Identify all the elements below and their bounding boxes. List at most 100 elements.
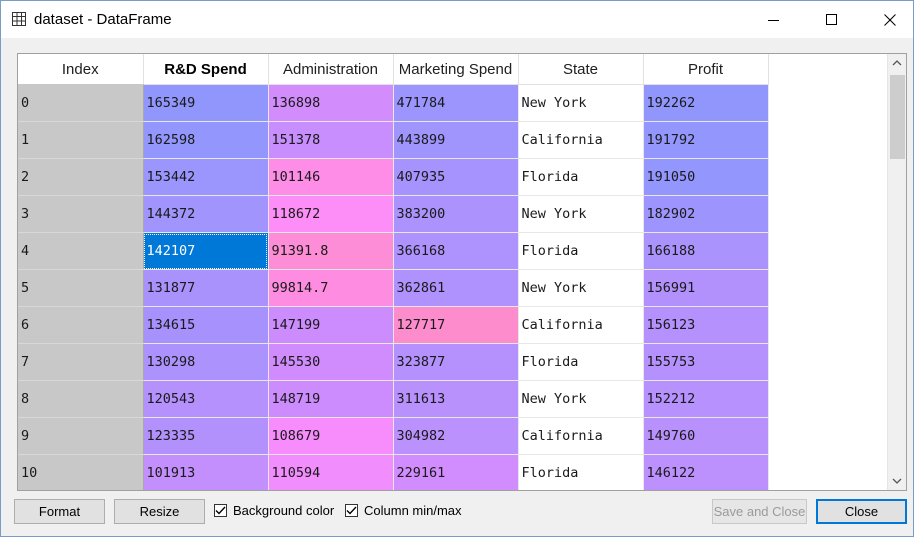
rd-spend-cell[interactable]: 123335 — [143, 417, 269, 455]
table-row: 3 144372 118672 383200 New York 182902 — [18, 195, 886, 233]
marketing-spend-cell[interactable]: 229161 — [393, 454, 519, 490]
profit-cell[interactable]: 152212 — [643, 380, 769, 418]
index-cell[interactable]: 7 — [18, 343, 144, 381]
administration-cell[interactable]: 151378 — [268, 121, 394, 159]
index-cell[interactable]: 0 — [18, 84, 144, 122]
administration-cell[interactable]: 91391.8 — [268, 232, 394, 270]
state-cell[interactable]: New York — [518, 84, 644, 122]
rd-spend-cell[interactable]: 131877 — [143, 269, 269, 307]
administration-cell[interactable]: 108679 — [268, 417, 394, 455]
marketing-spend-cell[interactable]: 383200 — [393, 195, 519, 233]
profit-cell[interactable]: 192262 — [643, 84, 769, 122]
administration-cell[interactable]: 99814.7 — [268, 269, 394, 307]
rd-spend-cell[interactable]: 134615 — [143, 306, 269, 344]
header-profit[interactable]: Profit — [643, 54, 769, 85]
close-button[interactable]: Close — [816, 499, 907, 524]
dataframe-table-view[interactable]: Index R&D Spend Administration Marketing… — [17, 53, 907, 491]
state-cell[interactable]: New York — [518, 269, 644, 307]
administration-cell[interactable]: 101146 — [268, 158, 394, 196]
state-cell[interactable]: California — [518, 306, 644, 344]
rd-spend-cell[interactable]: 165349 — [143, 84, 269, 122]
profit-cell[interactable]: 191050 — [643, 158, 769, 196]
table-row: 1 162598 151378 443899 California 191792 — [18, 121, 886, 159]
index-cell[interactable]: 3 — [18, 195, 144, 233]
administration-cell[interactable]: 148719 — [268, 380, 394, 418]
state-cell[interactable]: New York — [518, 380, 644, 418]
title-bar[interactable]: dataset - DataFrame — [1, 1, 913, 38]
index-cell[interactable]: 8 — [18, 380, 144, 418]
rd-spend-cell[interactable]: 162598 — [143, 121, 269, 159]
state-cell[interactable]: Florida — [518, 343, 644, 381]
save-and-close-button[interactable]: Save and Close — [712, 499, 807, 524]
rd-spend-cell[interactable]: 142107 — [143, 232, 269, 270]
empty-cell — [768, 269, 886, 307]
administration-cell[interactable]: 136898 — [268, 84, 394, 122]
marketing-spend-cell[interactable]: 471784 — [393, 84, 519, 122]
profit-cell[interactable]: 191792 — [643, 121, 769, 159]
index-cell[interactable]: 2 — [18, 158, 144, 196]
index-cell[interactable]: 1 — [18, 121, 144, 159]
index-cell[interactable]: 5 — [18, 269, 144, 307]
checkbox-box[interactable] — [345, 504, 358, 517]
empty-cell — [768, 121, 886, 159]
header-empty — [768, 54, 886, 85]
header-marketing-spend[interactable]: Marketing Spend — [393, 54, 519, 85]
marketing-spend-cell[interactable]: 323877 — [393, 343, 519, 381]
close-window-button[interactable] — [861, 1, 914, 38]
administration-cell[interactable]: 147199 — [268, 306, 394, 344]
scrollbar-thumb[interactable] — [890, 75, 905, 159]
administration-cell[interactable]: 145530 — [268, 343, 394, 381]
profit-cell[interactable]: 156123 — [643, 306, 769, 344]
marketing-spend-cell[interactable]: 366168 — [393, 232, 519, 270]
background-color-checkbox[interactable]: Background color — [214, 503, 334, 518]
header-index[interactable]: Index — [18, 54, 144, 85]
header-row: Index R&D Spend Administration Marketing… — [18, 54, 886, 85]
rd-spend-cell[interactable]: 101913 — [143, 454, 269, 490]
state-cell[interactable]: California — [518, 417, 644, 455]
state-cell[interactable]: California — [518, 121, 644, 159]
header-administration[interactable]: Administration — [268, 54, 394, 85]
profit-cell[interactable]: 166188 — [643, 232, 769, 270]
format-button[interactable]: Format — [14, 499, 105, 524]
scroll-down-button[interactable] — [888, 472, 906, 490]
profit-cell[interactable]: 149760 — [643, 417, 769, 455]
profit-cell[interactable]: 156991 — [643, 269, 769, 307]
index-cell[interactable]: 10 — [18, 454, 144, 490]
header-rd-spend[interactable]: R&D Spend — [143, 54, 269, 85]
rd-spend-cell[interactable]: 153442 — [143, 158, 269, 196]
administration-cell[interactable]: 110594 — [268, 454, 394, 490]
rd-spend-cell[interactable]: 144372 — [143, 195, 269, 233]
header-state[interactable]: State — [518, 54, 644, 85]
state-cell[interactable]: Florida — [518, 232, 644, 270]
table-row: 9 123335 108679 304982 California 149760 — [18, 417, 886, 455]
minimize-button[interactable] — [745, 1, 803, 38]
profit-cell[interactable]: 146122 — [643, 454, 769, 490]
rd-spend-cell[interactable]: 130298 — [143, 343, 269, 381]
administration-cell[interactable]: 118672 — [268, 195, 394, 233]
window-title: dataset - DataFrame — [34, 11, 172, 28]
state-cell[interactable]: Florida — [518, 454, 644, 490]
state-cell[interactable]: Florida — [518, 158, 644, 196]
marketing-spend-cell[interactable]: 304982 — [393, 417, 519, 455]
index-cell[interactable]: 9 — [18, 417, 144, 455]
profit-cell[interactable]: 182902 — [643, 195, 769, 233]
state-cell[interactable]: New York — [518, 195, 644, 233]
empty-cell — [768, 195, 886, 233]
maximize-button[interactable] — [803, 1, 861, 38]
index-cell[interactable]: 4 — [18, 232, 144, 270]
column-min-max-checkbox[interactable]: Column min/max — [345, 503, 462, 518]
resize-button[interactable]: Resize — [114, 499, 205, 524]
profit-cell[interactable]: 155753 — [643, 343, 769, 381]
rd-spend-cell[interactable]: 120543 — [143, 380, 269, 418]
checkbox-box[interactable] — [214, 504, 227, 517]
index-cell[interactable]: 6 — [18, 306, 144, 344]
vertical-scrollbar[interactable] — [887, 54, 906, 490]
marketing-spend-cell[interactable]: 443899 — [393, 121, 519, 159]
scroll-up-button[interactable] — [888, 54, 906, 72]
marketing-spend-cell[interactable]: 407935 — [393, 158, 519, 196]
marketing-spend-cell[interactable]: 127717 — [393, 306, 519, 344]
marketing-spend-cell[interactable]: 311613 — [393, 380, 519, 418]
marketing-spend-cell[interactable]: 362861 — [393, 269, 519, 307]
empty-cell — [768, 84, 886, 122]
empty-cell — [768, 158, 886, 196]
